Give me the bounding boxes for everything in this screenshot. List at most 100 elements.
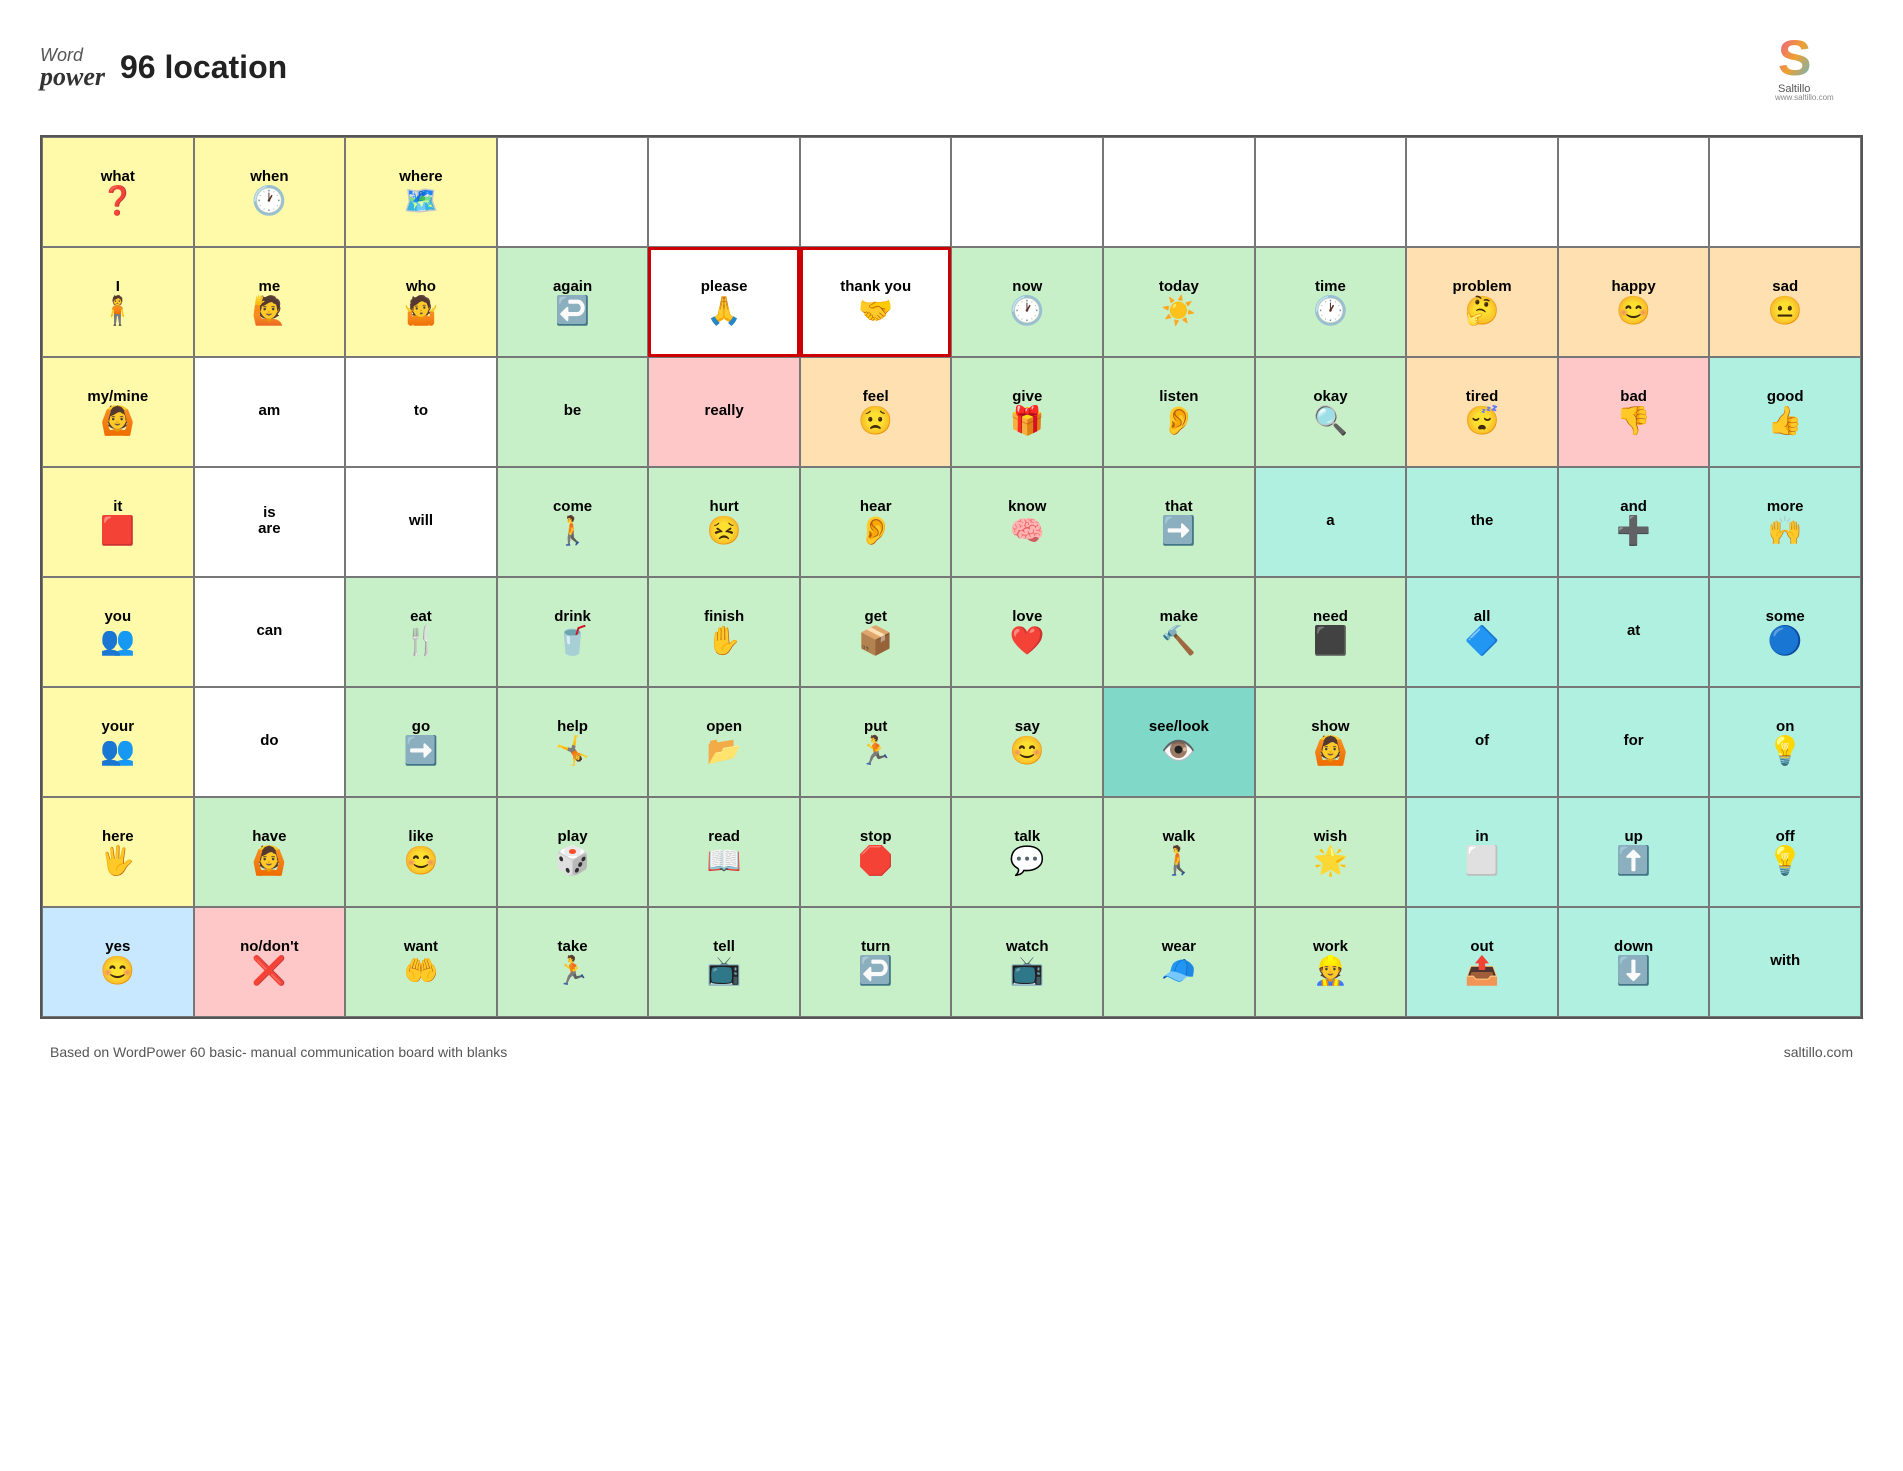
cell-r5-c3[interactable]: help🤸 <box>497 687 649 797</box>
cell-r2-c6[interactable]: give🎁 <box>951 357 1103 467</box>
cell-r0-c10[interactable] <box>1558 137 1710 247</box>
cell-r0-c7[interactable] <box>1103 137 1255 247</box>
cell-r4-c11[interactable]: some🔵 <box>1709 577 1861 687</box>
cell-r7-c5[interactable]: turn↩️ <box>800 907 952 1017</box>
cell-r5-c8[interactable]: show🙆 <box>1255 687 1407 797</box>
cell-r0-c2[interactable]: where🗺️ <box>345 137 497 247</box>
cell-r3-c3[interactable]: come🚶 <box>497 467 649 577</box>
cell-r3-c11[interactable]: more🙌 <box>1709 467 1861 577</box>
cell-r4-c3[interactable]: drink🥤 <box>497 577 649 687</box>
cell-r2-c2[interactable]: to <box>345 357 497 467</box>
cell-r6-c10[interactable]: up⬆️ <box>1558 797 1710 907</box>
cell-r6-c2[interactable]: like😊 <box>345 797 497 907</box>
cell-r1-c0[interactable]: I🧍 <box>42 247 194 357</box>
cell-r6-c3[interactable]: play🎲 <box>497 797 649 907</box>
cell-r7-c8[interactable]: work👷 <box>1255 907 1407 1017</box>
cell-r4-c6[interactable]: love❤️ <box>951 577 1103 687</box>
cell-r0-c4[interactable] <box>648 137 800 247</box>
cell-r0-c1[interactable]: when🕐 <box>194 137 346 247</box>
cell-r3-c4[interactable]: hurt😣 <box>648 467 800 577</box>
cell-r4-c2[interactable]: eat🍴 <box>345 577 497 687</box>
cell-r0-c8[interactable] <box>1255 137 1407 247</box>
cell-r4-c8[interactable]: need⬛ <box>1255 577 1407 687</box>
cell-r6-c6[interactable]: talk💬 <box>951 797 1103 907</box>
cell-r3-c1[interactable]: is are <box>194 467 346 577</box>
cell-r5-c9[interactable]: of <box>1406 687 1558 797</box>
cell-r3-c5[interactable]: hear👂 <box>800 467 952 577</box>
cell-label-r1-c8: time <box>1315 279 1346 296</box>
cell-r5-c7[interactable]: see/look👁️ <box>1103 687 1255 797</box>
cell-r4-c4[interactable]: finish✋ <box>648 577 800 687</box>
cell-r2-c8[interactable]: okay🔍 <box>1255 357 1407 467</box>
cell-r1-c11[interactable]: sad😐 <box>1709 247 1861 357</box>
cell-r1-c9[interactable]: problem🤔 <box>1406 247 1558 357</box>
cell-r2-c3[interactable]: be <box>497 357 649 467</box>
cell-label-r2-c9: tired <box>1466 389 1499 406</box>
cell-r0-c5[interactable] <box>800 137 952 247</box>
cell-r4-c1[interactable]: can <box>194 577 346 687</box>
cell-icon-r3-c3: 🚶 <box>555 517 590 545</box>
cell-r5-c2[interactable]: go➡️ <box>345 687 497 797</box>
cell-r3-c8[interactable]: a <box>1255 467 1407 577</box>
cell-r4-c5[interactable]: get📦 <box>800 577 952 687</box>
cell-r3-c6[interactable]: know🧠 <box>951 467 1103 577</box>
cell-r5-c1[interactable]: do <box>194 687 346 797</box>
cell-r0-c9[interactable] <box>1406 137 1558 247</box>
cell-r4-c0[interactable]: you👥 <box>42 577 194 687</box>
cell-r2-c11[interactable]: good👍 <box>1709 357 1861 467</box>
cell-r3-c0[interactable]: it🟥 <box>42 467 194 577</box>
cell-r7-c1[interactable]: no/don't❌ <box>194 907 346 1017</box>
cell-r4-c9[interactable]: all🔷 <box>1406 577 1558 687</box>
cell-r4-c10[interactable]: at <box>1558 577 1710 687</box>
cell-r6-c7[interactable]: walk🚶 <box>1103 797 1255 907</box>
cell-r7-c9[interactable]: out📤 <box>1406 907 1558 1017</box>
cell-r6-c8[interactable]: wish🌟 <box>1255 797 1407 907</box>
cell-r7-c4[interactable]: tell📺 <box>648 907 800 1017</box>
cell-r3-c7[interactable]: that➡️ <box>1103 467 1255 577</box>
cell-r5-c10[interactable]: for <box>1558 687 1710 797</box>
cell-r1-c8[interactable]: time🕐 <box>1255 247 1407 357</box>
cell-r0-c11[interactable] <box>1709 137 1861 247</box>
cell-r0-c3[interactable] <box>497 137 649 247</box>
cell-r7-c3[interactable]: take🏃 <box>497 907 649 1017</box>
cell-r7-c11[interactable]: with <box>1709 907 1861 1017</box>
cell-r1-c10[interactable]: happy😊 <box>1558 247 1710 357</box>
cell-r4-c7[interactable]: make🔨 <box>1103 577 1255 687</box>
cell-r2-c7[interactable]: listen👂 <box>1103 357 1255 467</box>
cell-r1-c3[interactable]: again↩️ <box>497 247 649 357</box>
cell-r1-c6[interactable]: now🕐 <box>951 247 1103 357</box>
cell-r6-c1[interactable]: have🙆 <box>194 797 346 907</box>
cell-r5-c5[interactable]: put🏃 <box>800 687 952 797</box>
cell-r6-c11[interactable]: off💡 <box>1709 797 1861 907</box>
cell-r2-c1[interactable]: am <box>194 357 346 467</box>
cell-r0-c0[interactable]: what❓ <box>42 137 194 247</box>
cell-r5-c4[interactable]: open📂 <box>648 687 800 797</box>
cell-r6-c4[interactable]: read📖 <box>648 797 800 907</box>
cell-r2-c4[interactable]: really <box>648 357 800 467</box>
cell-r6-c9[interactable]: in⬜ <box>1406 797 1558 907</box>
cell-r2-c0[interactable]: my/mine🙆 <box>42 357 194 467</box>
cell-r5-c6[interactable]: say😊 <box>951 687 1103 797</box>
cell-r1-c7[interactable]: today☀️ <box>1103 247 1255 357</box>
cell-r7-c0[interactable]: yes😊 <box>42 907 194 1017</box>
cell-r3-c2[interactable]: will <box>345 467 497 577</box>
cell-r6-c0[interactable]: here🖐️ <box>42 797 194 907</box>
cell-r6-c5[interactable]: stop🛑 <box>800 797 952 907</box>
cell-r1-c2[interactable]: who🤷 <box>345 247 497 357</box>
cell-r2-c10[interactable]: bad👎 <box>1558 357 1710 467</box>
cell-r1-c4[interactable]: please🙏 <box>648 247 800 357</box>
cell-r7-c7[interactable]: wear🧢 <box>1103 907 1255 1017</box>
cell-r2-c9[interactable]: tired😴 <box>1406 357 1558 467</box>
cell-r0-c6[interactable] <box>951 137 1103 247</box>
cell-r3-c9[interactable]: the <box>1406 467 1558 577</box>
cell-label-r6-c6: talk <box>1014 829 1040 846</box>
cell-r1-c1[interactable]: me🙋 <box>194 247 346 357</box>
cell-r2-c5[interactable]: feel😟 <box>800 357 952 467</box>
cell-r7-c10[interactable]: down⬇️ <box>1558 907 1710 1017</box>
cell-r5-c11[interactable]: on💡 <box>1709 687 1861 797</box>
cell-r3-c10[interactable]: and➕ <box>1558 467 1710 577</box>
cell-r7-c6[interactable]: watch📺 <box>951 907 1103 1017</box>
cell-r5-c0[interactable]: your👥 <box>42 687 194 797</box>
cell-r7-c2[interactable]: want🤲 <box>345 907 497 1017</box>
cell-r1-c5[interactable]: thank you🤝 <box>800 247 952 357</box>
